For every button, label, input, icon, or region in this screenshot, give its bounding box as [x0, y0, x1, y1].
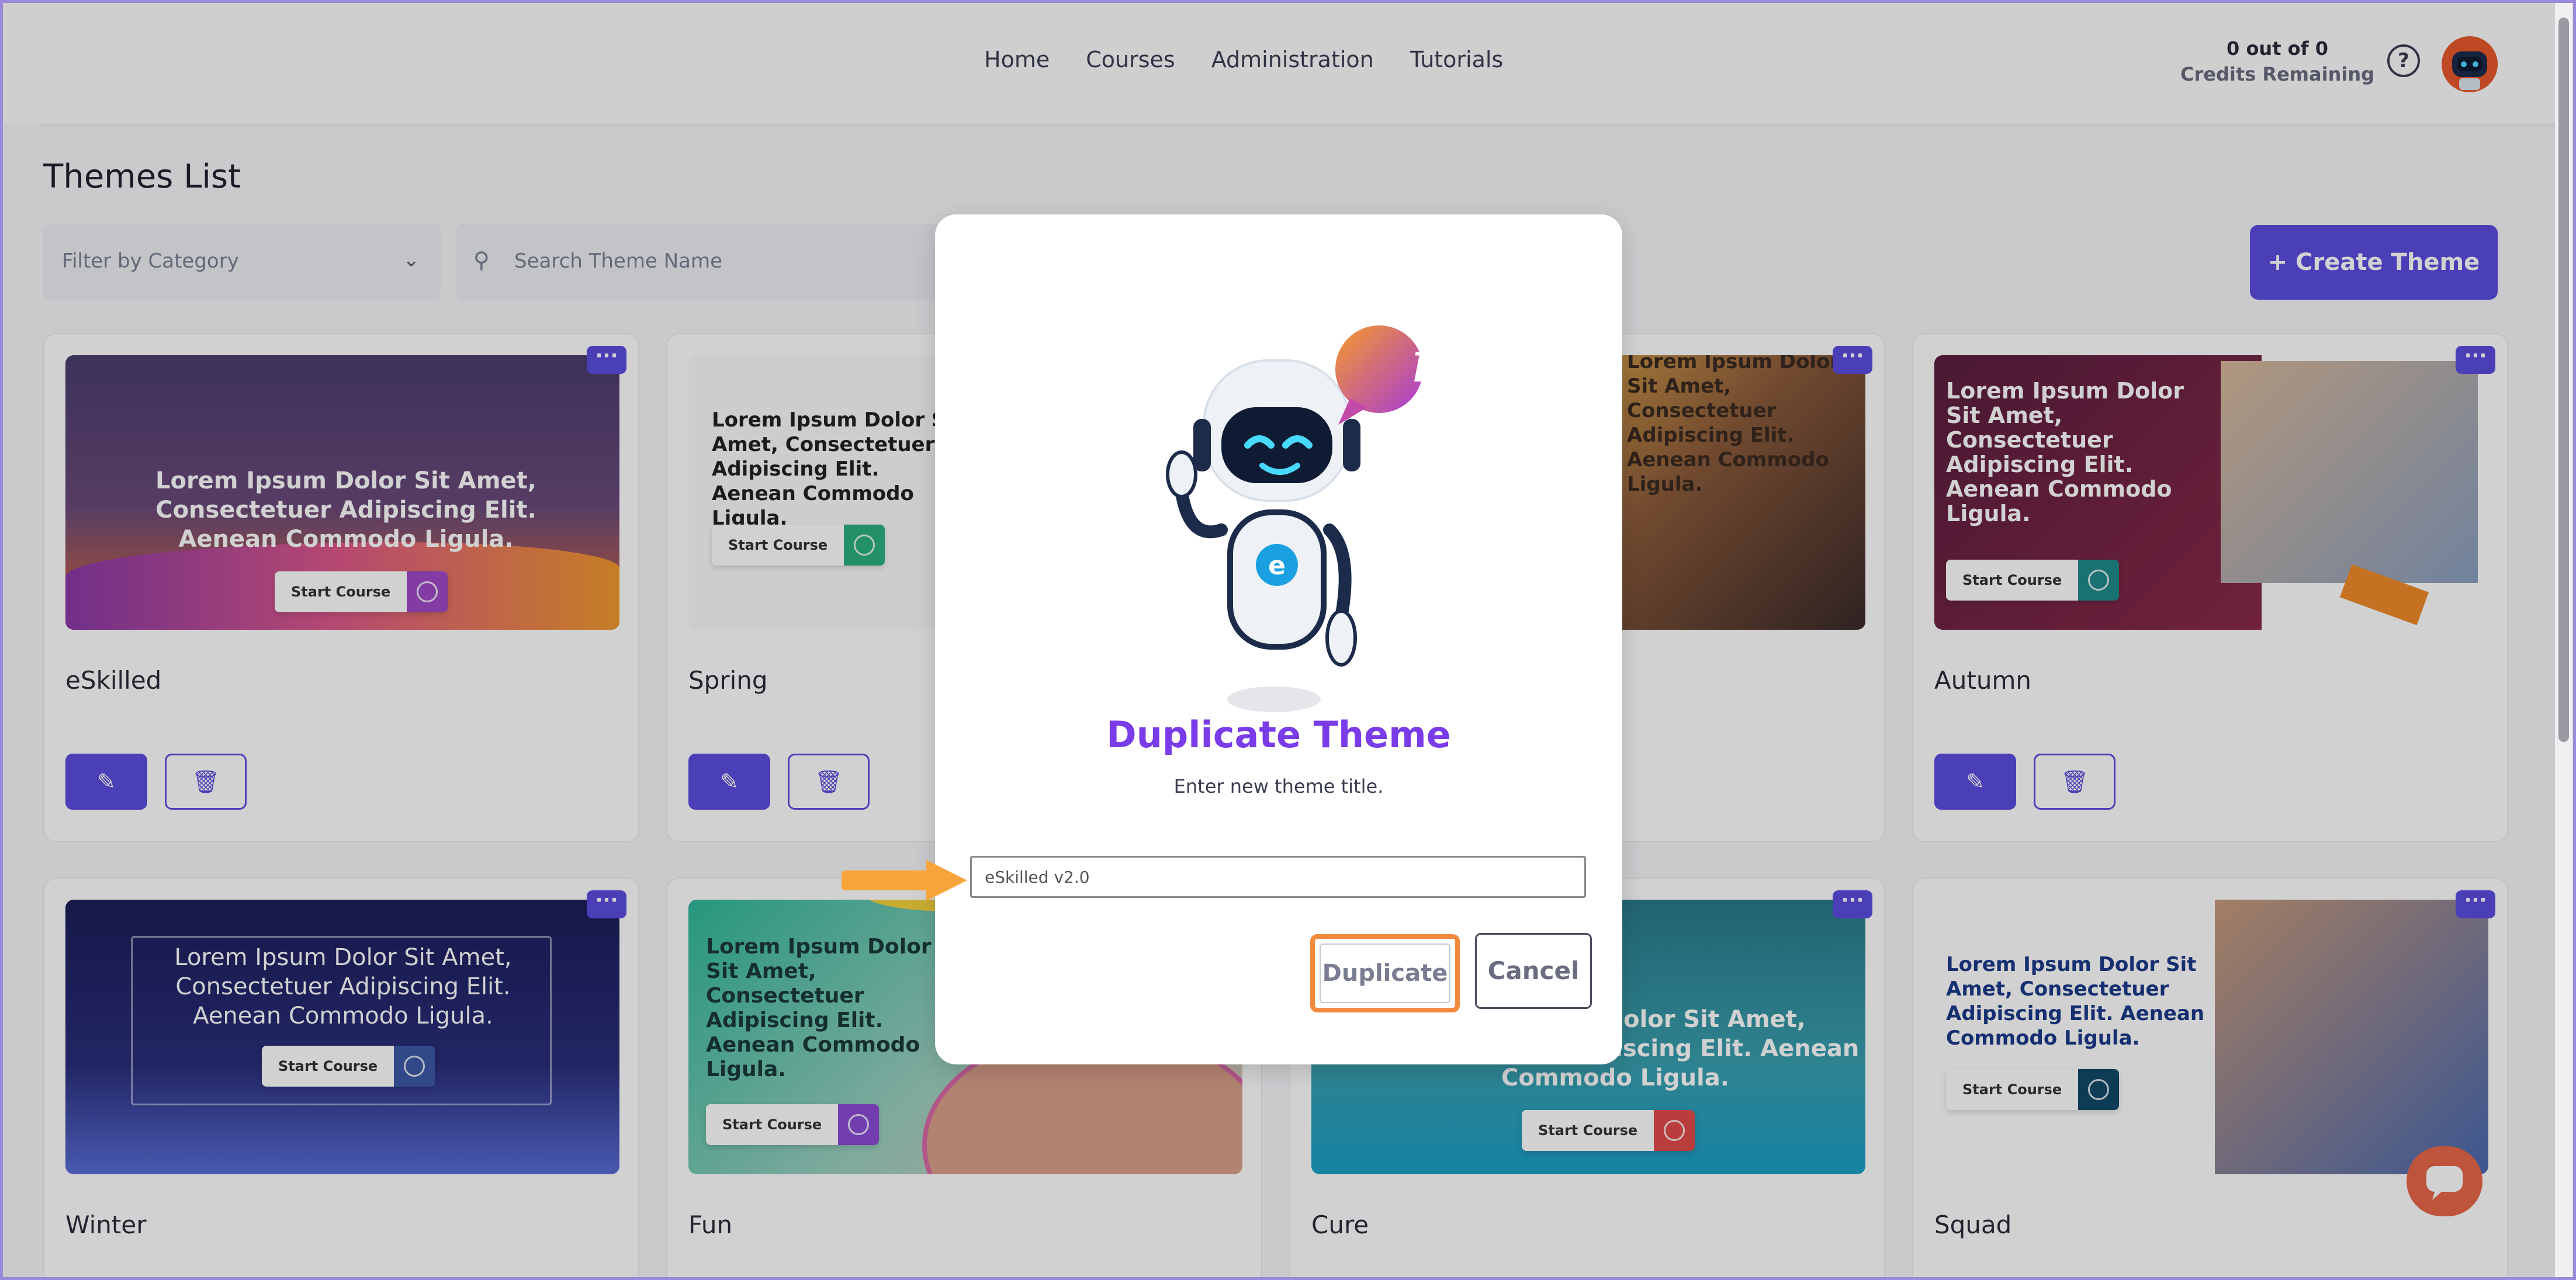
dialog-title: Duplicate Theme: [1106, 713, 1451, 756]
duplicate-button[interactable]: Duplicate: [1310, 934, 1460, 1012]
theme-title-input[interactable]: [970, 856, 1586, 898]
svg-text:e: e: [1268, 551, 1286, 581]
arrow-pointer-icon: [842, 860, 967, 901]
duplicate-theme-dialog: e i Duplicate Theme Enter new theme titl…: [935, 214, 1622, 1064]
scrollbar-thumb[interactable]: [2558, 18, 2569, 742]
dialog-subtitle: Enter new theme title.: [1173, 775, 1384, 797]
cancel-button[interactable]: Cancel: [1475, 933, 1592, 1009]
info-badge-icon: i: [1412, 329, 1434, 395]
